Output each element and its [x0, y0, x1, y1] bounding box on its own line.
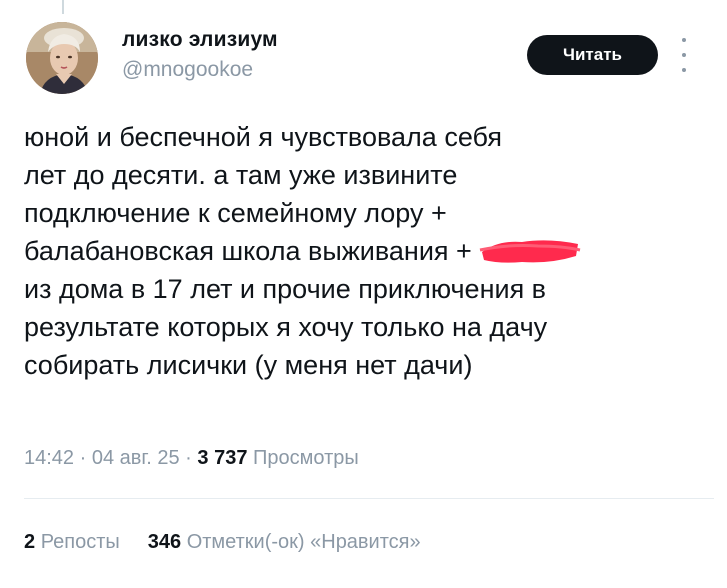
- more-dot: [682, 38, 686, 42]
- reposts-label: Репосты: [40, 531, 120, 553]
- likes-link[interactable]: 346 Отметки(-ок) «Нравится»: [148, 531, 421, 553]
- views-label: Просмотры: [253, 447, 359, 469]
- read-button[interactable]: Читать: [527, 35, 658, 75]
- more-dot: [682, 68, 686, 72]
- portrait-avatar-icon: [26, 22, 98, 94]
- tweet-line: балабановская школа выживания +: [24, 236, 472, 266]
- tweet-line: результате которых я хочу только на дачу: [24, 312, 548, 342]
- tweet-line-with-redaction: балабановская школа выживания +: [24, 232, 714, 270]
- meta-separator: ·: [74, 447, 92, 469]
- divider: [24, 498, 714, 499]
- views-count: 3 737: [197, 447, 248, 469]
- tweet-stats: 2 Репосты 346 Отметки(-ок) «Нравится»: [24, 531, 421, 554]
- avatar[interactable]: [26, 22, 98, 94]
- tweet-time[interactable]: 14:42: [24, 447, 74, 469]
- redaction-scribble: [479, 240, 581, 263]
- author-handle[interactable]: @mnogookoe: [122, 58, 253, 82]
- more-vertical-icon[interactable]: [679, 38, 689, 72]
- meta-separator: ·: [179, 447, 198, 469]
- author-display-name[interactable]: лизко элизиум: [122, 28, 278, 52]
- more-dot: [682, 53, 686, 57]
- tweet-date[interactable]: 04 авг. 25: [92, 447, 180, 469]
- thread-connector-line: [62, 0, 64, 14]
- tweet-text: юной и беспечной я чувствовала себя лет …: [24, 118, 714, 384]
- likes-label: Отметки(-ок) «Нравится»: [186, 531, 421, 553]
- tweet-line: юной и беспечной я чувствовала себя: [24, 122, 503, 152]
- tweet-line: подключение к семейному лору +: [24, 198, 447, 228]
- tweet-line: из дома в 17 лет и прочие приключения в: [24, 274, 547, 304]
- likes-count: 346: [147, 531, 182, 553]
- tweet-meta: 14:42 · 04 авг. 25 · 3 737 Просмотры: [24, 447, 359, 470]
- tweet-line: собирать лисички (у меня нет дачи): [24, 350, 473, 380]
- reposts-link[interactable]: 2 Репосты: [24, 531, 120, 553]
- tweet-line: лет до десяти. а там уже извините: [24, 160, 458, 190]
- reposts-count: 2: [24, 531, 36, 553]
